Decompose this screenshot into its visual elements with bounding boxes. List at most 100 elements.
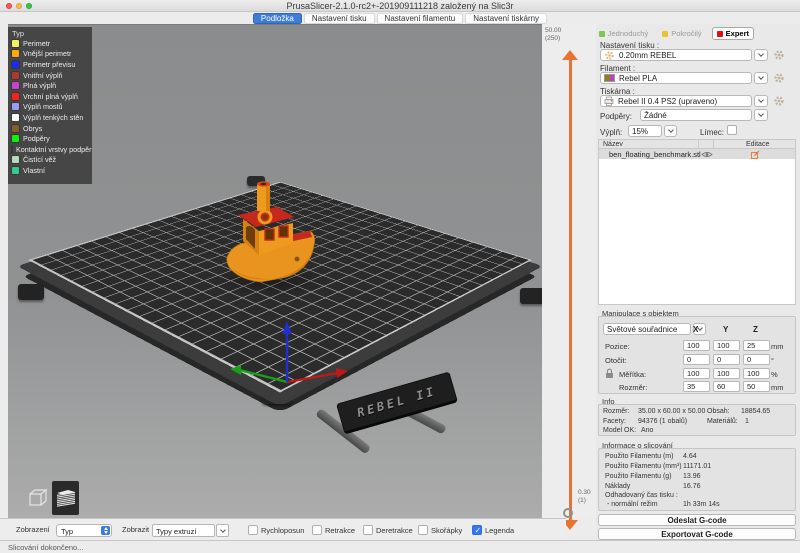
mode-advanced-button[interactable]: Pokročilý	[658, 28, 705, 39]
legend-item: Vnější perimetr	[12, 49, 88, 60]
brim-label: Límec:	[700, 128, 724, 137]
print-settings-select[interactable]: 0.20mm REBEL	[600, 49, 752, 61]
legend-swatch	[12, 156, 19, 163]
chevron-down-icon	[220, 527, 226, 533]
status-bar: Slicování dokončeno...	[0, 540, 800, 553]
printer-gear-button[interactable]	[772, 94, 785, 107]
chevron-down-icon	[758, 51, 764, 57]
legend-item: Vlastní	[12, 165, 88, 176]
print-time-value: 1h 33m 14s	[683, 501, 720, 508]
info-manifold-value: Ano	[641, 427, 653, 434]
size-z-input[interactable]: 50	[743, 381, 770, 392]
retractions-checkbox[interactable]	[312, 525, 322, 535]
rotate-x-input[interactable]: 0	[683, 354, 710, 365]
slider-track[interactable]	[569, 60, 572, 520]
info-volume-value: 18854.65	[741, 408, 770, 415]
object-list-header: Název Editace	[598, 139, 796, 148]
chevron-down-icon	[758, 97, 764, 103]
legend-item: Podpěry	[12, 133, 88, 144]
printer-icon	[604, 96, 614, 106]
gear-icon	[773, 72, 785, 84]
info-size-label: Rozměr:	[603, 408, 629, 415]
show-filter-dropdown-button[interactable]	[216, 524, 229, 537]
legend-item: Kontaktní vrstvy podpěr	[12, 144, 88, 155]
legend-checkbox[interactable]	[472, 525, 482, 535]
slider-upper-handle[interactable]	[562, 50, 578, 60]
position-z-input[interactable]: 25	[743, 340, 770, 351]
print-settings-dropdown-button[interactable]	[754, 49, 768, 61]
coord-system-select[interactable]: Světové souřadnice	[603, 323, 691, 335]
mode-expert-swatch	[717, 31, 723, 37]
view-layers-button[interactable]	[52, 481, 79, 515]
bottom-toolbar: Zobrazení Typ Zobrazit Typy extruzí Rych…	[0, 518, 566, 540]
slider-reset-button[interactable]	[563, 508, 573, 518]
object-list-row[interactable]: ben_floating_benchmark.stl	[599, 149, 795, 159]
position-x-input[interactable]: 100	[683, 340, 710, 351]
legend-item: Čistící věž	[12, 155, 88, 166]
size-y-input[interactable]: 60	[713, 381, 740, 392]
chevron-down-icon	[758, 74, 764, 80]
lock-icon[interactable]	[605, 368, 614, 379]
info-volume-label: Obsah:	[707, 408, 730, 415]
send-gcode-button[interactable]: Odeslat G-code	[598, 514, 796, 526]
print-time-mode-label: - normální režim	[607, 501, 658, 508]
view-type-select[interactable]: Typ	[56, 524, 112, 537]
tab-print-settings[interactable]: Nastavení tisku	[304, 13, 375, 24]
position-y-input[interactable]: 100	[713, 340, 740, 351]
legend-item: Výplň tenkých stěn	[12, 112, 88, 123]
mode-simple-button[interactable]: Jednoduchý	[595, 28, 652, 39]
legend-item: Perimetr	[12, 38, 88, 49]
travel-checkbox[interactable]	[248, 525, 258, 535]
print-settings-gear-button[interactable]	[772, 48, 785, 61]
tab-printer-settings[interactable]: Nastavení tiskárny	[465, 13, 547, 24]
view-select-label: Zobrazení	[16, 525, 50, 534]
show-filter-input[interactable]: Typy extruzí	[152, 524, 215, 537]
filament-dropdown-button[interactable]	[754, 72, 768, 84]
printer-dropdown-button[interactable]	[754, 95, 768, 107]
infill-dropdown-button[interactable]	[664, 125, 677, 137]
info-manifold-label: Model OK:	[603, 427, 636, 434]
viewport-3d[interactable]: REBEL II	[8, 24, 542, 518]
position-label: Pozice:	[605, 342, 630, 353]
eye-icon[interactable]	[701, 151, 713, 158]
mode-switcher: Jednoduchý Pokročilý Expert	[596, 27, 800, 40]
legend-item: Perimetr převisu	[12, 59, 88, 70]
feature-legend: Typ Perimetr Vnější perimetr Perimetr př…	[8, 27, 92, 184]
printer-select[interactable]: Rebel II 0.4 PS2 (upraveno)	[600, 95, 752, 107]
legend-swatch	[12, 72, 19, 79]
size-x-input[interactable]: 35	[683, 381, 710, 392]
tab-filament-settings[interactable]: Nastavení filamentu	[377, 13, 464, 24]
infill-label: Výplň:	[600, 128, 622, 137]
unretractions-checkbox[interactable]	[363, 525, 373, 535]
legend-swatch	[12, 93, 19, 100]
layer-slider: 50.00 (250) 0.30 (1)	[542, 24, 596, 518]
rotate-y-input[interactable]: 0	[713, 354, 740, 365]
infill-select[interactable]: 15%	[628, 125, 662, 137]
print-time-header: Odhadovaný čas tisku :	[605, 492, 678, 499]
info-facets-value: 94376 (1 obalů)	[638, 418, 687, 425]
mode-expert-button[interactable]: Expert	[712, 27, 754, 40]
filament-gear-button[interactable]	[772, 71, 785, 84]
slider-top-layer: (250)	[545, 35, 560, 42]
edit-icon[interactable]	[751, 150, 760, 159]
size-label: Rozměr:	[619, 383, 647, 394]
supports-dropdown-button[interactable]	[754, 109, 768, 121]
tab-plater[interactable]: Podložka	[253, 13, 302, 24]
bed-foot	[520, 288, 542, 304]
legend-item: Vnitřní výplň	[12, 70, 88, 81]
rotate-z-input[interactable]: 0	[743, 354, 770, 365]
model-benchy[interactable]	[213, 177, 318, 289]
filament-select[interactable]: Rebel PLA	[600, 72, 752, 84]
view-3d-button[interactable]	[24, 481, 51, 515]
legend-swatch	[12, 114, 19, 121]
scale-x-input[interactable]: 100	[683, 368, 710, 379]
main-tab-bar: Podložka Nastavení tisku Nastavení filam…	[0, 12, 800, 24]
scale-y-input[interactable]: 100	[713, 368, 740, 379]
shells-checkbox[interactable]	[418, 525, 428, 535]
brim-checkbox[interactable]	[727, 125, 737, 135]
supports-select[interactable]: Žádné	[640, 109, 752, 121]
axis-z-header: Z	[753, 325, 758, 334]
info-panel: Rozměr: 35.00 x 60.00 x 50.00 Obsah: 188…	[598, 404, 796, 436]
scale-z-input[interactable]: 100	[743, 368, 770, 379]
export-gcode-button[interactable]: Exportovat G-code	[598, 528, 796, 540]
